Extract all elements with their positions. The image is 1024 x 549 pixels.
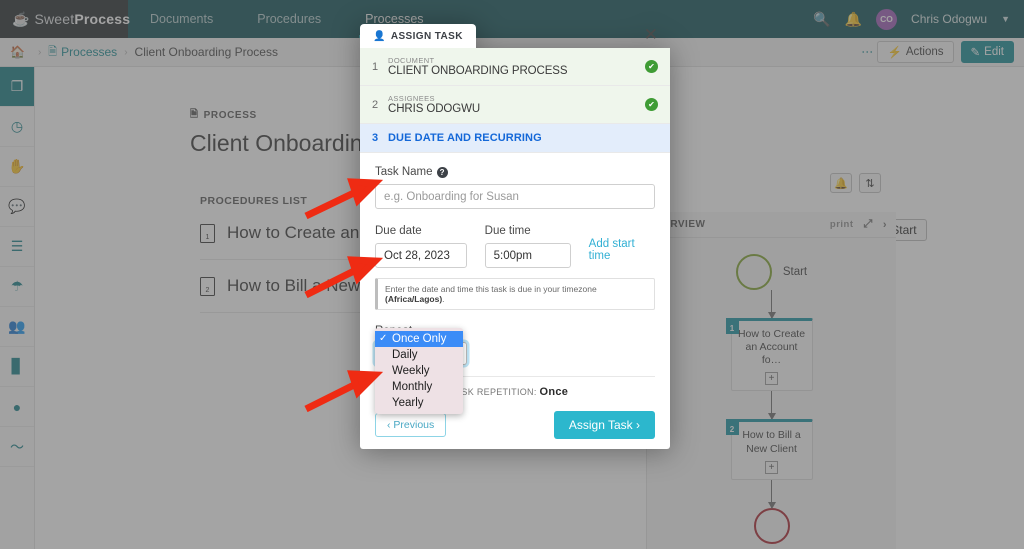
due-time-label: Due time — [485, 225, 571, 237]
repeat-dropdown-menu: Once Only Daily Weekly Monthly Yearly — [375, 328, 463, 414]
due-date-group: Due date — [375, 225, 467, 268]
due-date-label: Due date — [375, 225, 467, 237]
check-icon: ✔ — [645, 60, 658, 73]
wizard-step-value: CLIENT ONBOARDING PROCESS — [388, 65, 568, 77]
repeat-option-monthly[interactable]: Monthly — [375, 379, 463, 395]
wizard-step-value: CHRIS ODOGWU — [388, 103, 481, 115]
due-time-group: Due time — [484, 225, 571, 268]
wizard-step-due-date[interactable]: 3 DUE DATE AND RECURRING — [360, 124, 670, 153]
repeat-option-yearly[interactable]: Yearly — [375, 395, 463, 411]
person-icon: 👤 — [373, 31, 386, 42]
modal-footer: ‹ Previous Assign Task › — [375, 411, 655, 439]
tab-assign-task-label: ASSIGN TASK — [390, 31, 463, 42]
timezone-hint-text: Enter the date and time this task is due… — [385, 284, 597, 294]
assign-task-form: Task Name ? Due date Due time Add start … — [360, 153, 670, 414]
task-repetition-summary: TASK REPETITION: Once — [450, 386, 670, 398]
screen: ☕ SweetProcess Documents Procedures Proc… — [0, 0, 1024, 549]
task-name-label-text: Task Name — [375, 166, 433, 178]
timezone-hint: Enter the date and time this task is due… — [375, 278, 655, 310]
due-fields-row: Due date Due time Add start time — [375, 225, 655, 268]
timezone-hint-value: (Africa/Lagos) — [385, 294, 443, 304]
question-icon[interactable]: ? — [436, 166, 448, 178]
due-time-input[interactable] — [484, 243, 571, 268]
task-repetition-value: Once — [539, 386, 569, 398]
repeat-option-once-only[interactable]: Once Only — [375, 331, 463, 347]
due-time-label-text: Due time — [484, 225, 531, 237]
wizard-step-kicker: ASSIGNEES — [388, 94, 435, 103]
add-start-time-link[interactable]: Add start time — [589, 238, 655, 262]
task-name-input[interactable] — [375, 184, 655, 209]
check-icon: ✔ — [645, 98, 658, 111]
assign-task-button[interactable]: Assign Task › — [553, 411, 655, 439]
wizard-step-document[interactable]: 1 DOCUMENT CLIENT ONBOARDING PROCESS ✔ — [360, 48, 670, 86]
wizard-step-text: ASSIGNEES CHRIS ODOGWU — [388, 94, 480, 115]
modal-body: 1 DOCUMENT CLIENT ONBOARDING PROCESS ✔ 2… — [360, 48, 670, 449]
close-icon[interactable]: ✕ — [644, 26, 658, 43]
repeat-group: Repeat ▲▼ Once Only Daily Weekly Monthly… — [375, 325, 655, 414]
wizard-step-number: 3 — [372, 132, 379, 144]
wizard-step-assignees[interactable]: 2 ASSIGNEES CHRIS ODOGWU ✔ — [360, 86, 670, 124]
repeat-option-daily[interactable]: Daily — [375, 347, 463, 363]
due-date-input[interactable] — [375, 243, 467, 268]
wizard-step-kicker: DOCUMENT — [388, 56, 435, 65]
due-date-label-text: Due date — [375, 225, 422, 237]
assign-task-modal: 👤 ASSIGN TASK ✕ 1 DOCUMENT CLIENT ONBOAR… — [360, 18, 670, 449]
wizard-step-number: 2 — [372, 98, 379, 111]
repeat-option-weekly[interactable]: Weekly — [375, 363, 463, 379]
modal-tabbar: 👤 ASSIGN TASK ✕ — [360, 18, 670, 48]
previous-button[interactable]: ‹ Previous — [375, 413, 447, 437]
wizard-step-text: DOCUMENT CLIENT ONBOARDING PROCESS — [388, 56, 568, 77]
wizard-step-number: 1 — [372, 60, 379, 73]
task-name-label: Task Name ? — [375, 166, 655, 178]
timezone-hint-tail: . — [442, 294, 445, 304]
tab-assign-task[interactable]: 👤 ASSIGN TASK — [360, 24, 476, 48]
wizard-step-value: DUE DATE AND RECURRING — [388, 132, 542, 144]
